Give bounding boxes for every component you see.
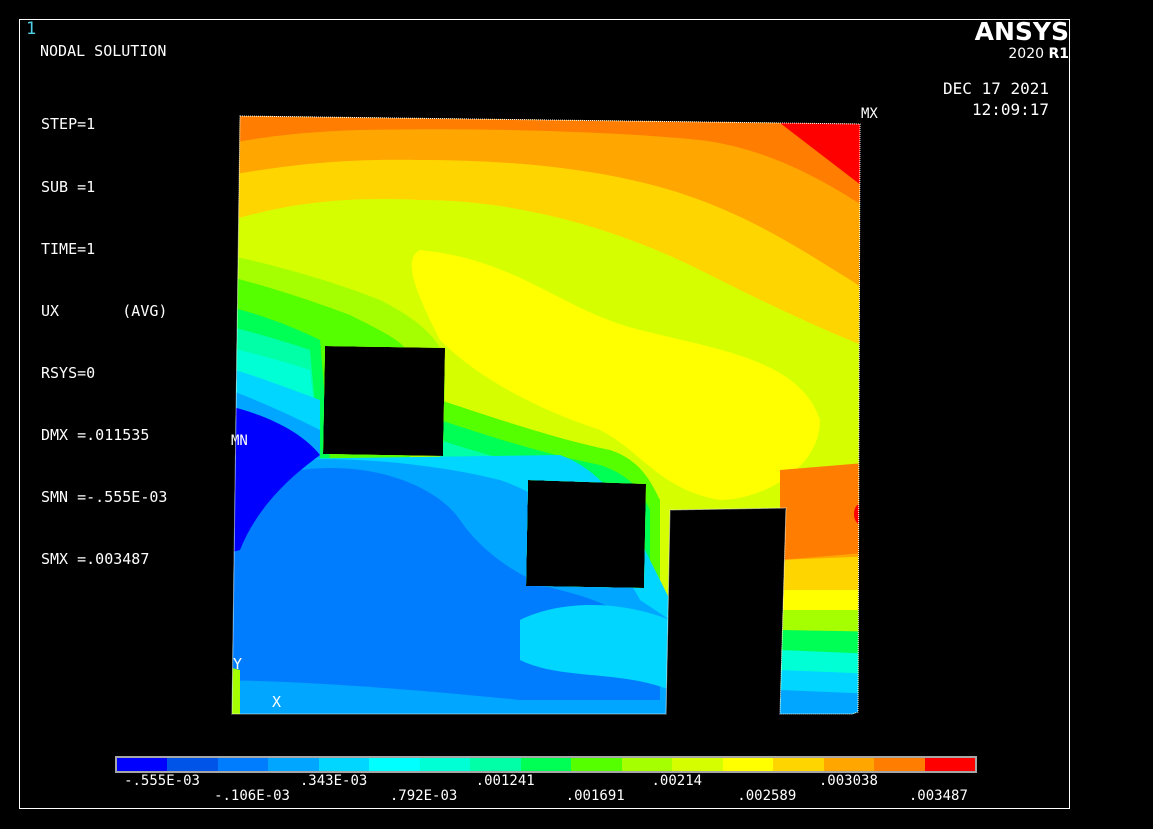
legend-swatch — [520, 758, 572, 771]
max-marker: MX — [861, 106, 878, 122]
legend-swatch — [117, 758, 168, 771]
legend-swatch — [268, 758, 319, 771]
legend-swatch — [924, 758, 975, 771]
axis-x-label: X — [272, 693, 282, 711]
contour-plot — [231, 115, 861, 715]
legend-swatch — [773, 758, 824, 771]
legend-swatch — [621, 758, 673, 771]
legend-swatch — [874, 758, 925, 771]
legend-swatch — [419, 758, 471, 771]
legend-swatch — [318, 758, 370, 771]
legend-swatch — [823, 758, 875, 771]
legend-swatch — [167, 758, 218, 771]
legend-swatch — [369, 758, 420, 771]
min-marker: MN — [231, 433, 248, 449]
color-legend-bar — [115, 756, 977, 773]
legend-swatch — [672, 758, 723, 771]
legend-swatch — [722, 758, 774, 771]
legend-swatch — [217, 758, 269, 771]
legend-swatch — [470, 758, 521, 771]
axis-y-label: Y — [233, 655, 243, 673]
legend-swatch — [571, 758, 622, 771]
